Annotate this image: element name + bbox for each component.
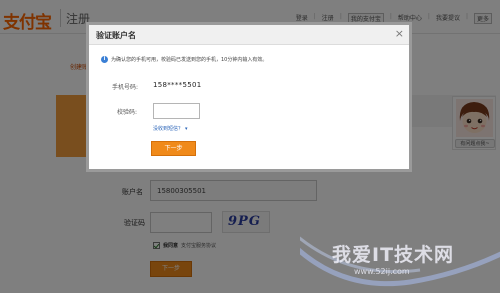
info-icon: i: [101, 56, 108, 63]
site-watermark: 我爱IT技术网 www.52ij.com: [300, 222, 500, 293]
phone-value: 158****5501: [153, 81, 202, 89]
phone-label: 手机号码:: [112, 84, 139, 91]
sms-notice: i 为确认您的手机可用，校验码已发送到您的手机，10分钟内输入有效。: [101, 56, 267, 63]
watermark-url: www.52ij.com: [354, 267, 410, 276]
watermark-text: 我爱IT技术网: [332, 244, 455, 266]
verify-account-dialog: 验证账户名 × i 为确认您的手机可用，校验码已发送到您的手机，10分钟内输入有…: [86, 22, 412, 172]
close-icon[interactable]: ×: [395, 28, 404, 39]
dialog-title: 验证账户名: [96, 31, 136, 40]
verify-code-label: 校验码:: [117, 109, 138, 116]
verify-code-input[interactable]: [153, 103, 200, 119]
resend-label: 没收到短信？: [153, 126, 184, 132]
resend-sms-link[interactable]: 没收到短信？ ▾: [153, 125, 188, 133]
notice-text: 为确认您的手机可用，校验码已发送到您的手机，10分钟内输入有效。: [111, 57, 268, 63]
dialog-next-button[interactable]: 下一步: [151, 141, 196, 156]
chevron-down-icon: ▾: [185, 125, 188, 132]
dialog-header: 验证账户名 ×: [89, 25, 409, 45]
